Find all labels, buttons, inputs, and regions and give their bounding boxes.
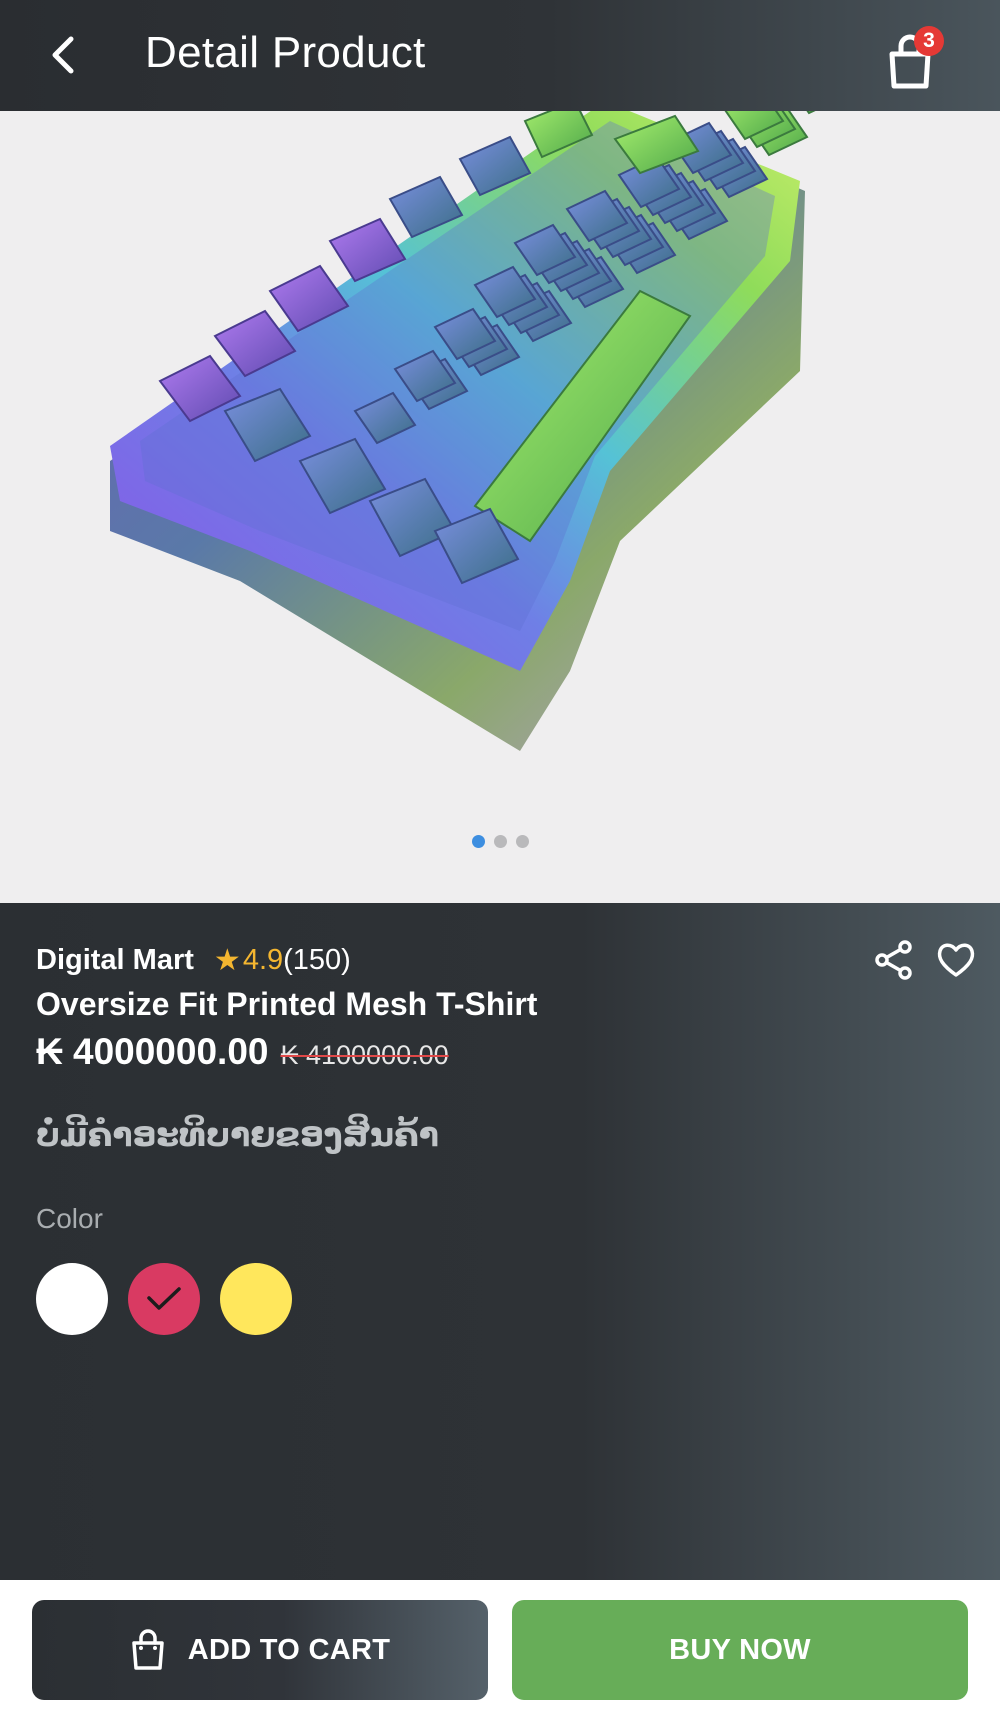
color-swatch-yellow[interactable] (220, 1263, 292, 1335)
buy-now-button[interactable]: BUY NOW (512, 1600, 968, 1700)
original-price: ₭ 4100000.00 (280, 1040, 449, 1070)
rating-value: 4.9 (242, 944, 284, 976)
cart-count-badge: 3 (914, 26, 944, 56)
favorite-button[interactable] (934, 938, 978, 982)
back-button[interactable] (30, 22, 96, 88)
color-swatch-white[interactable] (36, 1263, 108, 1335)
cart-button[interactable]: 3 (884, 26, 948, 90)
heart-outline-icon (937, 943, 975, 977)
product-gallery[interactable] (0, 111, 1000, 903)
price-row: ₭ 4000000.00 ₭ 4100000.00 (36, 1031, 449, 1073)
product-image (110, 111, 816, 751)
page-title: Detail Product (145, 28, 426, 77)
color-swatches (36, 1263, 292, 1335)
gallery-dot[interactable] (471, 835, 485, 848)
app-bar: Detail Product 3 (0, 0, 1000, 111)
product-description: ບໍ່ມີຄຳອະທິບາຍຂອງສິນຄ້າ (36, 1116, 439, 1153)
current-price: ₭ 4000000.00 (36, 1031, 269, 1072)
keyboard-key (806, 111, 816, 115)
store-rating-row: Digital Mart ★ 4.9 (150) (36, 943, 351, 978)
color-swatch-crimson[interactable] (128, 1263, 200, 1335)
buy-now-label: BUY NOW (669, 1633, 811, 1666)
gallery-dot[interactable] (515, 835, 529, 848)
gallery-pagination (0, 835, 1000, 848)
product-details: Digital Mart ★ 4.9 (150) Oversize Fit Pr… (0, 903, 1000, 1580)
checkmark-icon (147, 1287, 181, 1310)
chevron-left-icon (52, 36, 74, 74)
review-count: (150) (283, 944, 351, 976)
share-icon (875, 940, 912, 980)
product-title: Oversize Fit Printed Mesh T-Shirt (36, 986, 538, 1022)
star-icon: ★ (213, 944, 241, 977)
share-button[interactable] (872, 938, 916, 982)
gallery-dot[interactable] (493, 835, 507, 848)
color-label: Color (36, 1203, 103, 1234)
shopping-bag-icon (131, 1629, 164, 1670)
add-to-cart-button[interactable]: ADD TO CART (32, 1600, 488, 1700)
bottom-action-bar: ADD TO CART BUY NOW (0, 1580, 1000, 1720)
add-to-cart-label: ADD TO CART (187, 1633, 391, 1666)
store-name[interactable]: Digital Mart (36, 944, 194, 977)
